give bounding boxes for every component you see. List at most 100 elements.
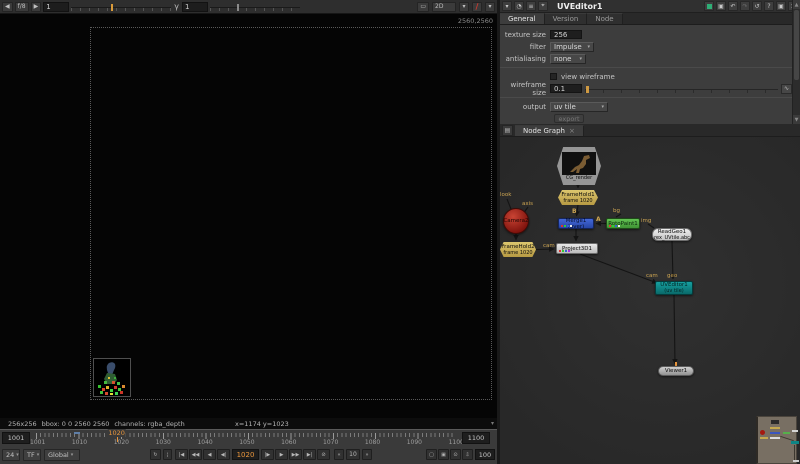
slider-thumb[interactable] [586, 86, 589, 93]
goto-start-button[interactable]: |◀ [175, 449, 188, 460]
antialiasing-value: none [554, 55, 571, 63]
loop-mode-button[interactable]: ↻ [150, 449, 161, 460]
node-viewer1[interactable]: Viewer1 [658, 366, 694, 376]
gamma-slider-thumb[interactable] [237, 4, 239, 11]
roi-icon[interactable]: ▭ [417, 2, 429, 12]
gain-decrease-button[interactable]: ◀ [2, 2, 13, 12]
render-image [93, 358, 131, 397]
minimap-wire [794, 445, 795, 460]
node-cg-render[interactable]: CG_render [557, 147, 601, 185]
properties-tabs: General Version Node [500, 13, 800, 25]
undo-icon[interactable]: ↶ [728, 1, 738, 11]
viewer-viewport[interactable]: 2560,2560 [0, 14, 497, 418]
center-node-icon[interactable]: ◔ [514, 1, 524, 11]
lock-range-icon[interactable]: ⊙ [450, 449, 461, 460]
properties-node-title: UVEditor1 [557, 2, 602, 11]
node-rotopaint1[interactable]: RotoPaint1 [606, 218, 640, 229]
gamma-slider[interactable] [210, 3, 300, 11]
tab-version[interactable]: Version [545, 13, 588, 24]
minimap-node [760, 430, 765, 435]
bounce-mode-button[interactable]: ¦ [163, 449, 172, 460]
ruler-tick-label: 1040 [197, 439, 212, 446]
nodegraph-canvas[interactable]: look axis bg B A cam img cam geo CG_rend… [500, 137, 800, 464]
current-frame-input[interactable]: 1020 [232, 449, 259, 460]
scroll-down-icon[interactable]: ▼ [793, 115, 800, 124]
previous-keyframe-button[interactable]: ◀◀ [189, 449, 202, 460]
tab-node[interactable]: Node [587, 13, 622, 24]
scroll-up-icon[interactable]: ▲ [793, 0, 800, 9]
play-forward-button[interactable]: ▶ [275, 449, 288, 460]
frame-range-dropdown[interactable]: Global▾ [44, 449, 80, 461]
view-mode-dropdown[interactable]: 2D [432, 2, 456, 12]
next-keyframe-button[interactable]: ▶▶ [289, 449, 302, 460]
tab-general[interactable]: General [500, 13, 545, 24]
flipbook-range-icon[interactable]: ▣ [438, 449, 449, 460]
node-framehold2[interactable]: FrameHold2 frame 1020 [500, 242, 536, 257]
gain-increase-button[interactable]: ▶ [31, 2, 42, 12]
properties-scrollbar[interactable]: ▲ ▼ [792, 0, 800, 124]
timeline-area: 1001 10011010102010301040105010601070108… [0, 429, 497, 464]
stop-button[interactable]: ⊘ [317, 449, 330, 460]
render-icon[interactable]: ⇩ [462, 449, 473, 460]
revert-icon[interactable]: ↺ [752, 1, 762, 11]
frame-increment-input[interactable]: 10 [346, 449, 360, 460]
tab-close-icon[interactable]: × [569, 127, 575, 135]
animation-curve-icon[interactable]: ∿ [781, 84, 792, 94]
play-backward-button[interactable]: ◀ [203, 449, 216, 460]
filter-dropdown[interactable]: Impulse ▾ [550, 42, 594, 52]
node-camera2[interactable]: Camera2 [503, 208, 529, 234]
panel-menu-icon[interactable]: ▤ [502, 125, 513, 136]
pick-node-icon[interactable]: ⌖ [538, 1, 548, 11]
gain-slider[interactable] [71, 3, 171, 11]
wireframe-size-input[interactable]: 0.1 [550, 84, 582, 93]
export-button[interactable]: export [554, 114, 584, 123]
decrement-frame-button[interactable]: « [334, 449, 344, 460]
node-label: Camera2 [503, 218, 528, 224]
view-mode-arrow-button[interactable]: ▾ [459, 2, 469, 12]
goto-end-button[interactable]: ▶| [303, 449, 316, 460]
node-menu-icon[interactable]: ▾ [502, 1, 512, 11]
pause-updates-icon[interactable]: ∕ [472, 2, 482, 12]
range-end-input[interactable]: 1100 [462, 432, 490, 444]
flipbook-icon[interactable]: ▢ [426, 449, 437, 460]
nodegraph-minimap[interactable] [756, 416, 797, 464]
node-enable-indicator[interactable] [704, 1, 714, 11]
view-wireframe-checkbox[interactable] [550, 73, 557, 80]
wireframe-size-slider[interactable] [585, 85, 778, 93]
node-project3d1[interactable]: Project3D1 [556, 243, 598, 254]
node-merge1[interactable]: Merge1 (over) [558, 218, 594, 229]
gamma-input[interactable]: 1 [182, 2, 208, 12]
step-back-button[interactable]: ◀| [217, 449, 230, 460]
redo-icon[interactable]: ↷ [740, 1, 750, 11]
update-mode-dropdown[interactable]: ▾ [485, 2, 495, 12]
range-start-input[interactable]: 1001 [2, 432, 30, 444]
node-readgeo1[interactable]: ReadGeo1 rex_UVtile.abc [652, 228, 692, 241]
node-sublabel: rex_UVtile.abc [654, 235, 690, 241]
gain-slider-thumb[interactable] [111, 4, 113, 11]
antialiasing-dropdown[interactable]: none ▾ [550, 54, 586, 64]
fps-dropdown[interactable]: 24▾ [2, 449, 20, 461]
show-curves-icon[interactable]: ▣ [716, 1, 726, 11]
viewer-toolbar: ◀ f/8 ▶ 1 γ 1 ▭ 2D ▾ ∕ ▾ [0, 0, 497, 14]
float-panel-icon[interactable]: ▣ [776, 1, 786, 11]
scrollbar-thumb[interactable] [794, 10, 799, 80]
tab-node-graph[interactable]: Node Graph × [515, 125, 584, 136]
timeline-ruler[interactable]: 1001101010201030104010501060107010801090… [36, 432, 456, 448]
statusbar-corner-icon: ▾ [491, 420, 494, 427]
dropdown-arrow-icon: ▾ [16, 452, 19, 458]
gain-input[interactable]: 1 [43, 2, 69, 12]
output-dropdown[interactable]: uv tile ▾ [550, 102, 608, 112]
channel-dots [609, 225, 620, 227]
help-icon[interactable]: ? [764, 1, 774, 11]
node-uveditor1[interactable]: UVEditor1 (uv tile) [655, 281, 693, 295]
fstop-mode-button[interactable]: f/8 [15, 2, 29, 12]
channels-icon[interactable]: ≡ [526, 1, 536, 11]
timeline-mode-dropdown[interactable]: TF▾ [23, 449, 41, 461]
texture-size-input[interactable]: 256 [550, 30, 582, 39]
step-forward-button[interactable]: |▶ [261, 449, 274, 460]
playback-speed-input[interactable]: 100 [475, 449, 495, 460]
connection-label-bg: bg [613, 208, 620, 214]
increment-frame-button[interactable]: » [362, 449, 372, 460]
node-framehold1[interactable]: FrameHold1 frame 1020 [558, 190, 598, 205]
gamma-slider-ticks [210, 8, 300, 11]
